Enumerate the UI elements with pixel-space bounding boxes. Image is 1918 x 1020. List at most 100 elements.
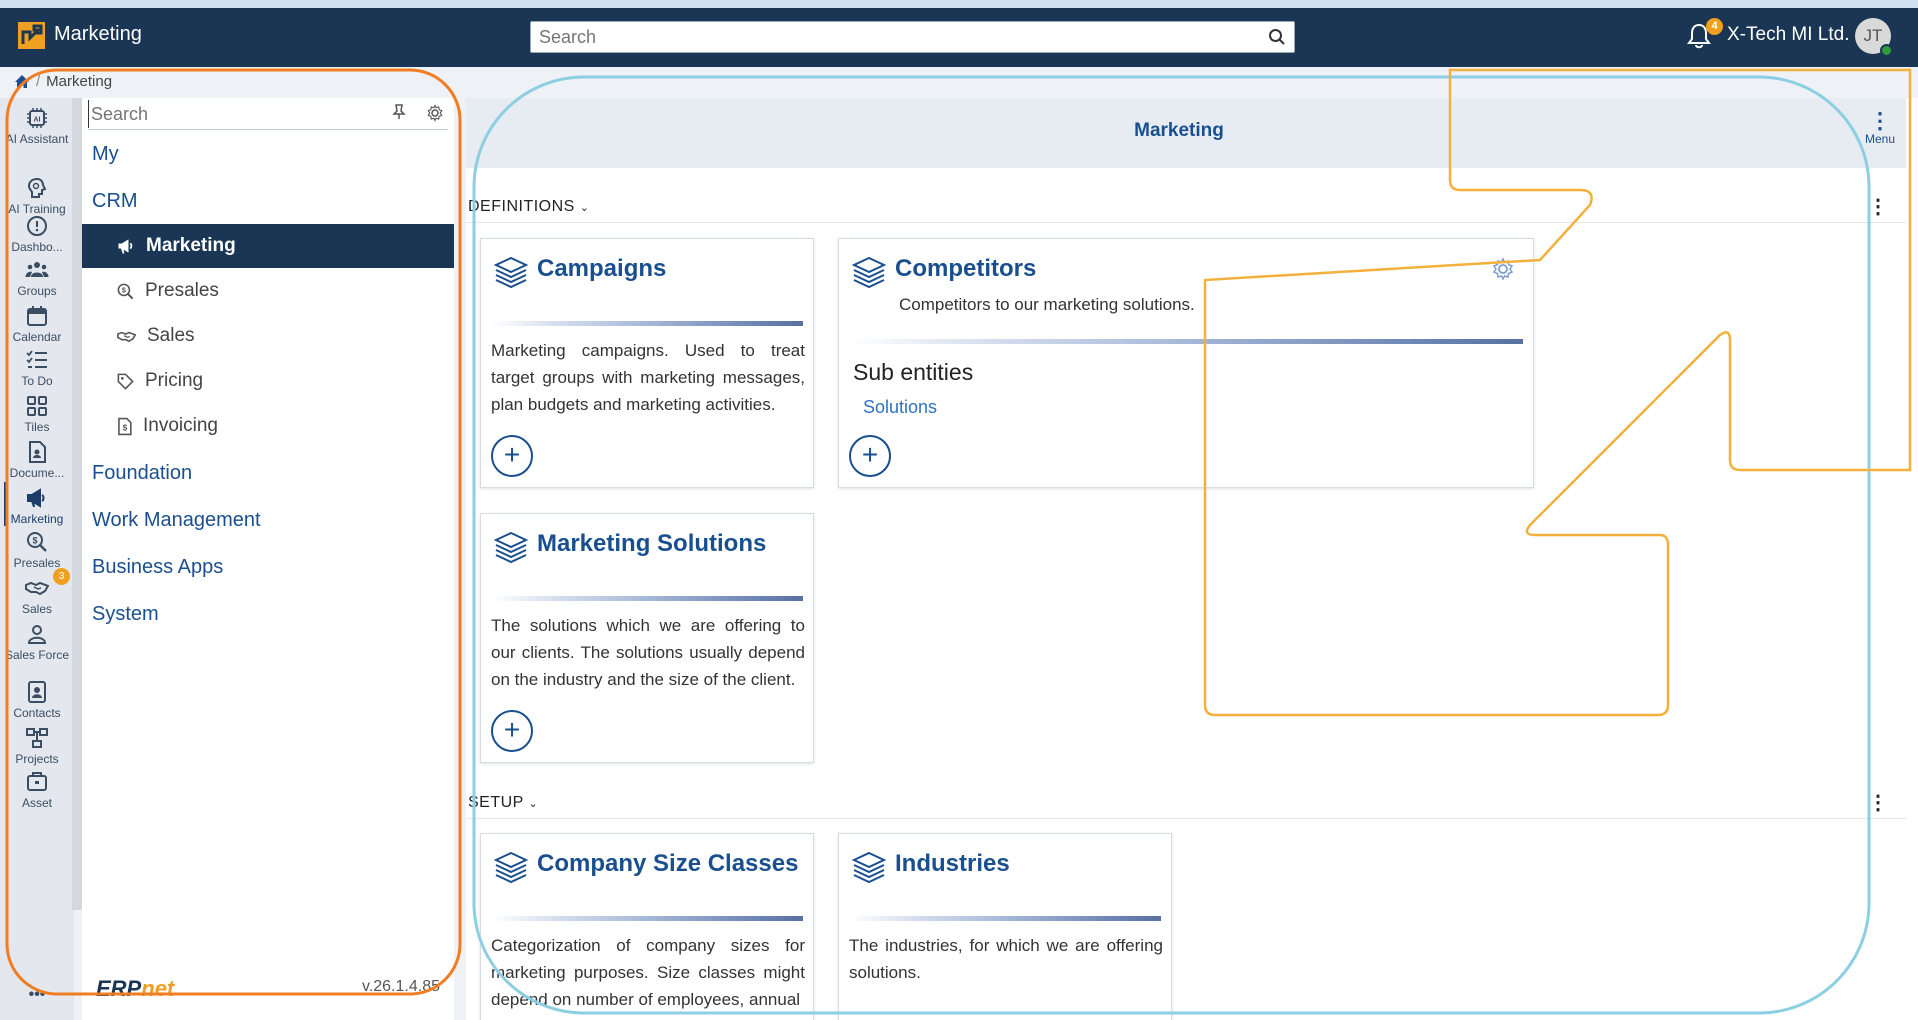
section-divider (466, 818, 1906, 819)
rail-more-button[interactable]: ••• (0, 987, 74, 1003)
card-title[interactable]: Industries (895, 850, 1010, 878)
rail-label: Sales (21, 602, 53, 616)
rail-item-tiles[interactable]: Tiles (0, 394, 74, 434)
card-marketing-solutions[interactable]: Marketing Solutions The solutions which … (480, 513, 814, 763)
add-button[interactable]: + (849, 435, 891, 477)
nav-item-presales[interactable]: $ Presales (82, 269, 454, 313)
card-title[interactable]: Campaigns (537, 255, 666, 283)
rail-scrollbar[interactable] (72, 98, 82, 910)
main-content: Marketing ⋮ Menu DEFINITIONS ⌄ ⋮ Campaig… (466, 98, 1918, 1020)
rail-item-todo[interactable]: To Do (0, 348, 74, 388)
company-name[interactable]: X-Tech MI Ltd. (1727, 24, 1850, 46)
person-icon (27, 625, 47, 644)
asset-icon (27, 772, 47, 791)
rail-item-ai-assistant[interactable]: AI AI Assistant (0, 106, 74, 146)
nav-group-work-management[interactable]: Work Management (92, 509, 261, 532)
presales-icon: $ (27, 532, 47, 552)
presales-icon: $ (117, 283, 134, 299)
global-search-input[interactable] (531, 22, 1251, 52)
handshake-icon (25, 581, 49, 596)
nav-panel: My CRM Marketing $ Presales Sales Pricin… (82, 98, 454, 1020)
search-icon[interactable] (1268, 28, 1286, 46)
rail-label: Groups (17, 284, 57, 298)
rail-label: AI Assistant (5, 132, 69, 146)
layers-icon (493, 851, 529, 884)
nav-item-invoicing[interactable]: $ Invoicing (82, 404, 454, 448)
section-setup[interactable]: SETUP ⌄ (468, 794, 538, 812)
breadcrumb-current: Marketing (46, 73, 113, 90)
nav-search-input[interactable] (88, 100, 388, 128)
card-description: The solutions which we are offering to o… (491, 616, 805, 689)
top-bar: Marketing 4 X-Tech MI Ltd. JT (0, 0, 1918, 67)
notification-badge: 4 (1706, 18, 1723, 35)
card-title[interactable]: Competitors (895, 255, 1036, 283)
rail-item-marketing[interactable]: Marketing (0, 482, 74, 526)
card-subtitle: Competitors to our marketing solutions. (899, 295, 1195, 314)
card-industries[interactable]: Industries The industries, for which we … (838, 833, 1172, 1020)
card-description: Categorization of company sizes for mark… (491, 936, 805, 1009)
chevron-down-icon: ⌄ (579, 202, 590, 214)
nav-item-marketing[interactable]: Marketing (82, 224, 454, 268)
card-campaigns[interactable]: Campaigns Marketing campaigns. Used to t… (480, 238, 814, 488)
nav-item-sales[interactable]: Sales (82, 314, 454, 358)
contacts-icon (28, 681, 46, 703)
card-description: The industries, for which we are offerin… (849, 936, 1163, 982)
nav-item-pricing[interactable]: Pricing (82, 359, 454, 403)
rail-item-contacts[interactable]: Contacts (0, 680, 74, 720)
calendar-icon (27, 306, 47, 326)
document-icon (29, 441, 46, 463)
global-search[interactable] (530, 21, 1295, 53)
nav-group-my[interactable]: My (92, 143, 119, 166)
nav-group-system[interactable]: System (92, 603, 159, 626)
card-title[interactable]: Company Size Classes (537, 850, 798, 878)
layers-icon (493, 256, 529, 289)
erpnet-logo-icon[interactable] (18, 22, 45, 49)
sub-entities-title: Sub entities (853, 359, 974, 385)
page-header: Marketing ⋮ Menu (466, 98, 1906, 168)
svg-text:$: $ (32, 536, 37, 546)
rail-item-projects[interactable]: Projects (0, 726, 74, 766)
pin-icon[interactable] (392, 104, 406, 120)
gear-icon[interactable] (1491, 257, 1515, 281)
card-divider-bar (491, 321, 803, 326)
add-button[interactable]: + (491, 435, 533, 477)
card-company-size-classes[interactable]: Company Size Classes Categorization of c… (480, 833, 814, 1020)
card-divider-bar (849, 339, 1523, 344)
section-definitions[interactable]: DEFINITIONS ⌄ (468, 198, 590, 216)
section-kebab-icon[interactable]: ⋮ (1868, 194, 1888, 219)
rail-label: Dashbo... (11, 240, 63, 254)
rail-label: Projects (15, 752, 59, 766)
sub-entity-link-solutions[interactable]: Solutions (863, 397, 937, 418)
rail-item-sales-force[interactable]: Sales Force (0, 622, 74, 662)
online-status-icon (1880, 44, 1893, 57)
rail-item-groups[interactable]: Groups (0, 258, 74, 298)
megaphone-icon (118, 239, 133, 254)
projects-icon (26, 728, 48, 748)
menu-button[interactable]: ⋮ Menu (1860, 110, 1900, 147)
rail-item-calendar[interactable]: Calendar (0, 304, 74, 344)
home-icon[interactable] (14, 74, 30, 89)
rail-label: Tiles (24, 420, 50, 434)
card-title[interactable]: Marketing Solutions (537, 530, 766, 558)
card-description: Marketing campaigns. Used to treat targe… (491, 341, 805, 414)
todo-icon (26, 350, 47, 368)
section-title-text: SETUP (468, 794, 524, 811)
card-divider-bar (849, 916, 1161, 921)
rail-item-documents[interactable]: Docume... (0, 440, 74, 480)
gear-icon[interactable] (426, 104, 444, 122)
add-button[interactable]: + (491, 710, 533, 752)
rail-item-dashboard[interactable]: Dashbo... (0, 214, 74, 254)
ai-chip-icon: AI (27, 108, 47, 128)
card-competitors[interactable]: Competitors Competitors to our marketing… (838, 238, 1534, 488)
tiles-icon (27, 396, 47, 416)
rail-item-asset[interactable]: Asset (0, 770, 74, 810)
nav-group-crm[interactable]: CRM (92, 190, 138, 213)
dashboard-icon (27, 216, 47, 236)
section-kebab-icon[interactable]: ⋮ (1868, 790, 1888, 815)
nav-group-business-apps[interactable]: Business Apps (92, 556, 223, 579)
ai-training-icon (27, 177, 47, 198)
rail-item-ai-training[interactable]: AI Training (0, 176, 74, 216)
rail-item-presales[interactable]: $ Presales (0, 530, 74, 570)
nav-group-foundation[interactable]: Foundation (92, 462, 192, 485)
megaphone-icon (27, 488, 45, 508)
